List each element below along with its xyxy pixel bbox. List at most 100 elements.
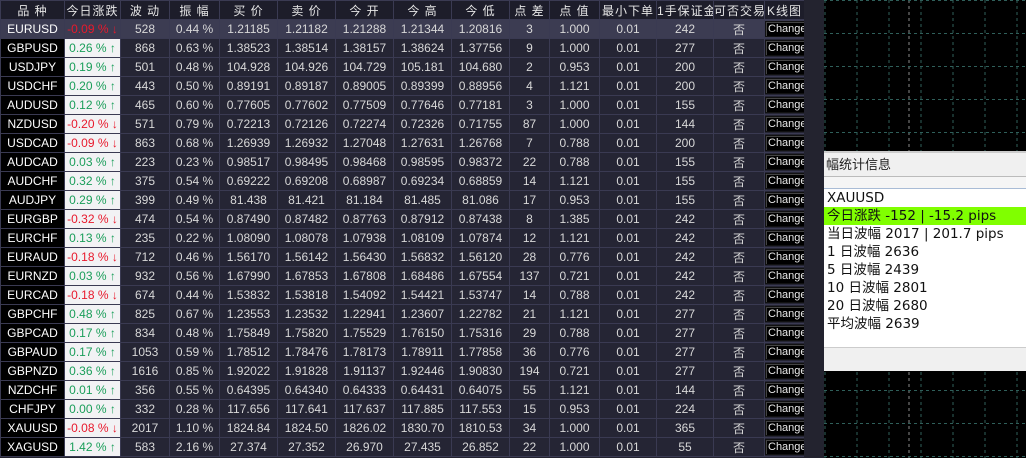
column-header[interactable]: 点 值 xyxy=(549,0,600,20)
symbol-cell[interactable]: USDCHF xyxy=(0,76,65,96)
amplitude-cell: 0.68 % xyxy=(169,133,220,153)
symbol-cell[interactable]: CHFJPY xyxy=(0,399,65,419)
change-button[interactable]: Change xyxy=(765,78,804,94)
change-button[interactable]: Change xyxy=(765,382,804,398)
table-row[interactable]: NZDCHF 0.01 % ↑ 356 0.55 % 0.64395 0.64340 0.6… xyxy=(0,380,805,400)
column-header[interactable]: 波 动 xyxy=(120,0,170,20)
change-button[interactable]: Change xyxy=(765,40,804,56)
table-row[interactable]: GBPUSD 0.26 % ↑ 868 0.63 % 1.38523 1.38514 1.3… xyxy=(0,38,805,58)
symbol-cell[interactable]: GBPNZD xyxy=(0,361,65,381)
table-row[interactable]: EURCAD -0.18 % ↓ 674 0.44 % 1.53832 1.53818 1.… xyxy=(0,285,805,305)
column-header[interactable]: 今 开 xyxy=(335,0,394,20)
change-button[interactable]: Change xyxy=(765,306,804,322)
change-button[interactable]: Change xyxy=(765,325,804,341)
column-header[interactable]: 最小下单 xyxy=(599,0,657,20)
symbol-cell[interactable]: GBPAUD xyxy=(0,342,65,362)
table-row[interactable]: EURAUD -0.18 % ↓ 712 0.46 % 1.56170 1.56142 1.… xyxy=(0,247,805,267)
symbol-cell[interactable]: XAUUSD xyxy=(0,418,65,438)
table-row[interactable]: EURCHF 0.13 % ↑ 235 0.22 % 1.08090 1.08078 1.0… xyxy=(0,228,805,248)
table-row[interactable]: AUDJPY 0.29 % ↑ 399 0.49 % 81.438 81.421 81.18… xyxy=(0,190,805,210)
table-row[interactable]: USDJPY 0.19 % ↑ 501 0.48 % 104.928 104.926 104… xyxy=(0,57,805,77)
column-header[interactable]: 卖 价 xyxy=(277,0,336,20)
symbol-cell[interactable]: EURCHF xyxy=(0,228,65,248)
change-button[interactable]: Change xyxy=(765,211,804,227)
change-button[interactable]: Change xyxy=(765,420,804,436)
change-button[interactable]: Change xyxy=(765,21,804,37)
change-value: 0.00 % xyxy=(69,402,107,416)
change-button[interactable]: Change xyxy=(765,192,804,208)
column-header[interactable]: 品 种 xyxy=(0,0,65,20)
table-row[interactable]: AUDCHF 0.32 % ↑ 375 0.54 % 0.69222 0.69208 0.6… xyxy=(0,171,805,191)
symbol-cell[interactable]: EURUSD xyxy=(0,19,65,39)
symbol-cell[interactable]: EURGBP xyxy=(0,209,65,229)
table-row[interactable]: XAUUSD -0.08 % ↓ 2017 1.10 % 1824.84 1824.50 1… xyxy=(0,418,805,438)
symbol-cell[interactable]: AUDJPY xyxy=(0,190,65,210)
symbol-cell[interactable]: AUDUSD xyxy=(0,95,65,115)
symbol-cell[interactable]: USDCAD xyxy=(0,133,65,153)
table-row[interactable]: AUDUSD 0.12 % ↑ 465 0.60 % 0.77605 0.77602 0.7… xyxy=(0,95,805,115)
symbol-cell[interactable]: EURNZD xyxy=(0,266,65,286)
open-price-cell: 1.56430 xyxy=(335,247,394,267)
table-row[interactable]: XAGUSD 1.42 % ↑ 583 2.16 % 27.374 27.352 26.97… xyxy=(0,437,805,457)
table-row[interactable]: GBPNZD 0.36 % ↑ 1616 0.85 % 1.92022 1.91828 1.… xyxy=(0,361,805,381)
high-price-cell: 1830.70 xyxy=(393,418,452,438)
amplitude-cell: 2.16 % xyxy=(169,437,220,457)
high-price-cell: 0.87912 xyxy=(393,209,452,229)
symbol-cell[interactable]: USDJPY xyxy=(0,57,65,77)
change-button[interactable]: Change xyxy=(765,268,804,284)
arrow-down-icon: ↓ xyxy=(111,117,118,131)
change-button[interactable]: Change xyxy=(765,287,804,303)
table-row[interactable]: EURNZD 0.03 % ↑ 932 0.56 % 1.67990 1.67853 1.6… xyxy=(0,266,805,286)
column-header[interactable]: 买 价 xyxy=(219,0,278,20)
symbol-cell[interactable]: GBPUSD xyxy=(0,38,65,58)
point-value-cell: 1.000 xyxy=(549,418,600,438)
column-header[interactable]: 振 幅 xyxy=(169,0,220,20)
symbol-cell[interactable]: GBPCHF xyxy=(0,304,65,324)
symbol-cell[interactable]: AUDCAD xyxy=(0,152,65,172)
column-header[interactable]: 1手保证金 xyxy=(656,0,714,20)
symbol-cell[interactable]: EURCAD xyxy=(0,285,65,305)
symbol-cell[interactable]: GBPCAD xyxy=(0,323,65,343)
column-header[interactable]: K线图 xyxy=(764,0,805,20)
change-button[interactable]: Change xyxy=(765,97,804,113)
table-row[interactable]: USDCAD -0.09 % ↓ 863 0.68 % 1.26939 1.26932 1.… xyxy=(0,133,805,153)
spread-cell: 2 xyxy=(509,57,550,77)
change-button[interactable]: Change xyxy=(765,344,804,360)
table-row[interactable]: GBPAUD 0.17 % ↑ 1053 0.59 % 1.78512 1.78476 1.… xyxy=(0,342,805,362)
table-row[interactable]: GBPCHF 0.48 % ↑ 825 0.67 % 1.23553 1.23532 1.2… xyxy=(0,304,805,324)
symbol-cell[interactable]: AUDCHF xyxy=(0,171,65,191)
change-button[interactable]: Change xyxy=(765,135,804,151)
change-button[interactable]: Change xyxy=(765,230,804,246)
table-row[interactable]: NZDUSD -0.20 % ↓ 571 0.79 % 0.72213 0.72126 0.… xyxy=(0,114,805,134)
bid-price-cell: 0.64395 xyxy=(219,380,278,400)
spread-cell: 3 xyxy=(509,19,550,39)
change-cell: -0.20 % ↓ xyxy=(64,114,121,134)
symbol-cell[interactable]: NZDUSD xyxy=(0,114,65,134)
change-button[interactable]: Change xyxy=(765,439,804,455)
change-button[interactable]: Change xyxy=(765,59,804,75)
point-value-cell: 1.000 xyxy=(549,38,600,58)
change-button[interactable]: Change xyxy=(765,173,804,189)
change-button[interactable]: Change xyxy=(765,363,804,379)
column-header[interactable]: 今日涨跌 xyxy=(64,0,121,20)
column-header[interactable]: 点 差 xyxy=(509,0,550,20)
table-row[interactable]: GBPCAD 0.17 % ↑ 834 0.48 % 1.75849 1.75820 1.7… xyxy=(0,323,805,343)
change-button[interactable]: Change xyxy=(765,116,804,132)
table-row[interactable]: USDCHF 0.20 % ↑ 443 0.50 % 0.89191 0.89187 0.8… xyxy=(0,76,805,96)
change-button[interactable]: Change xyxy=(765,401,804,417)
change-button[interactable]: Change xyxy=(765,154,804,170)
ask-price-cell: 1.75820 xyxy=(277,323,336,343)
column-header[interactable]: 今 高 xyxy=(393,0,452,20)
column-header[interactable]: 可否交易 xyxy=(713,0,765,20)
symbol-cell[interactable]: EURAUD xyxy=(0,247,65,267)
table-row[interactable]: AUDCAD 0.03 % ↑ 223 0.23 % 0.98517 0.98495 0.9… xyxy=(0,152,805,172)
table-row[interactable]: EURGBP -0.32 % ↓ 474 0.54 % 0.87490 0.87482 0.… xyxy=(0,209,805,229)
symbol-cell[interactable]: XAGUSD xyxy=(0,437,65,457)
symbol-cell[interactable]: NZDCHF xyxy=(0,380,65,400)
column-header[interactable]: 今 低 xyxy=(451,0,510,20)
change-button[interactable]: Change xyxy=(765,249,804,265)
table-row[interactable]: CHFJPY 0.00 % ↑ 332 0.28 % 117.656 117.641 117… xyxy=(0,399,805,419)
arrow-up-icon: ↑ xyxy=(109,193,116,207)
table-row[interactable]: EURUSD -0.09 % ↓ 528 0.44 % 1.21185 1.21182 1.… xyxy=(0,19,805,39)
arrow-up-icon: ↑ xyxy=(109,440,116,454)
